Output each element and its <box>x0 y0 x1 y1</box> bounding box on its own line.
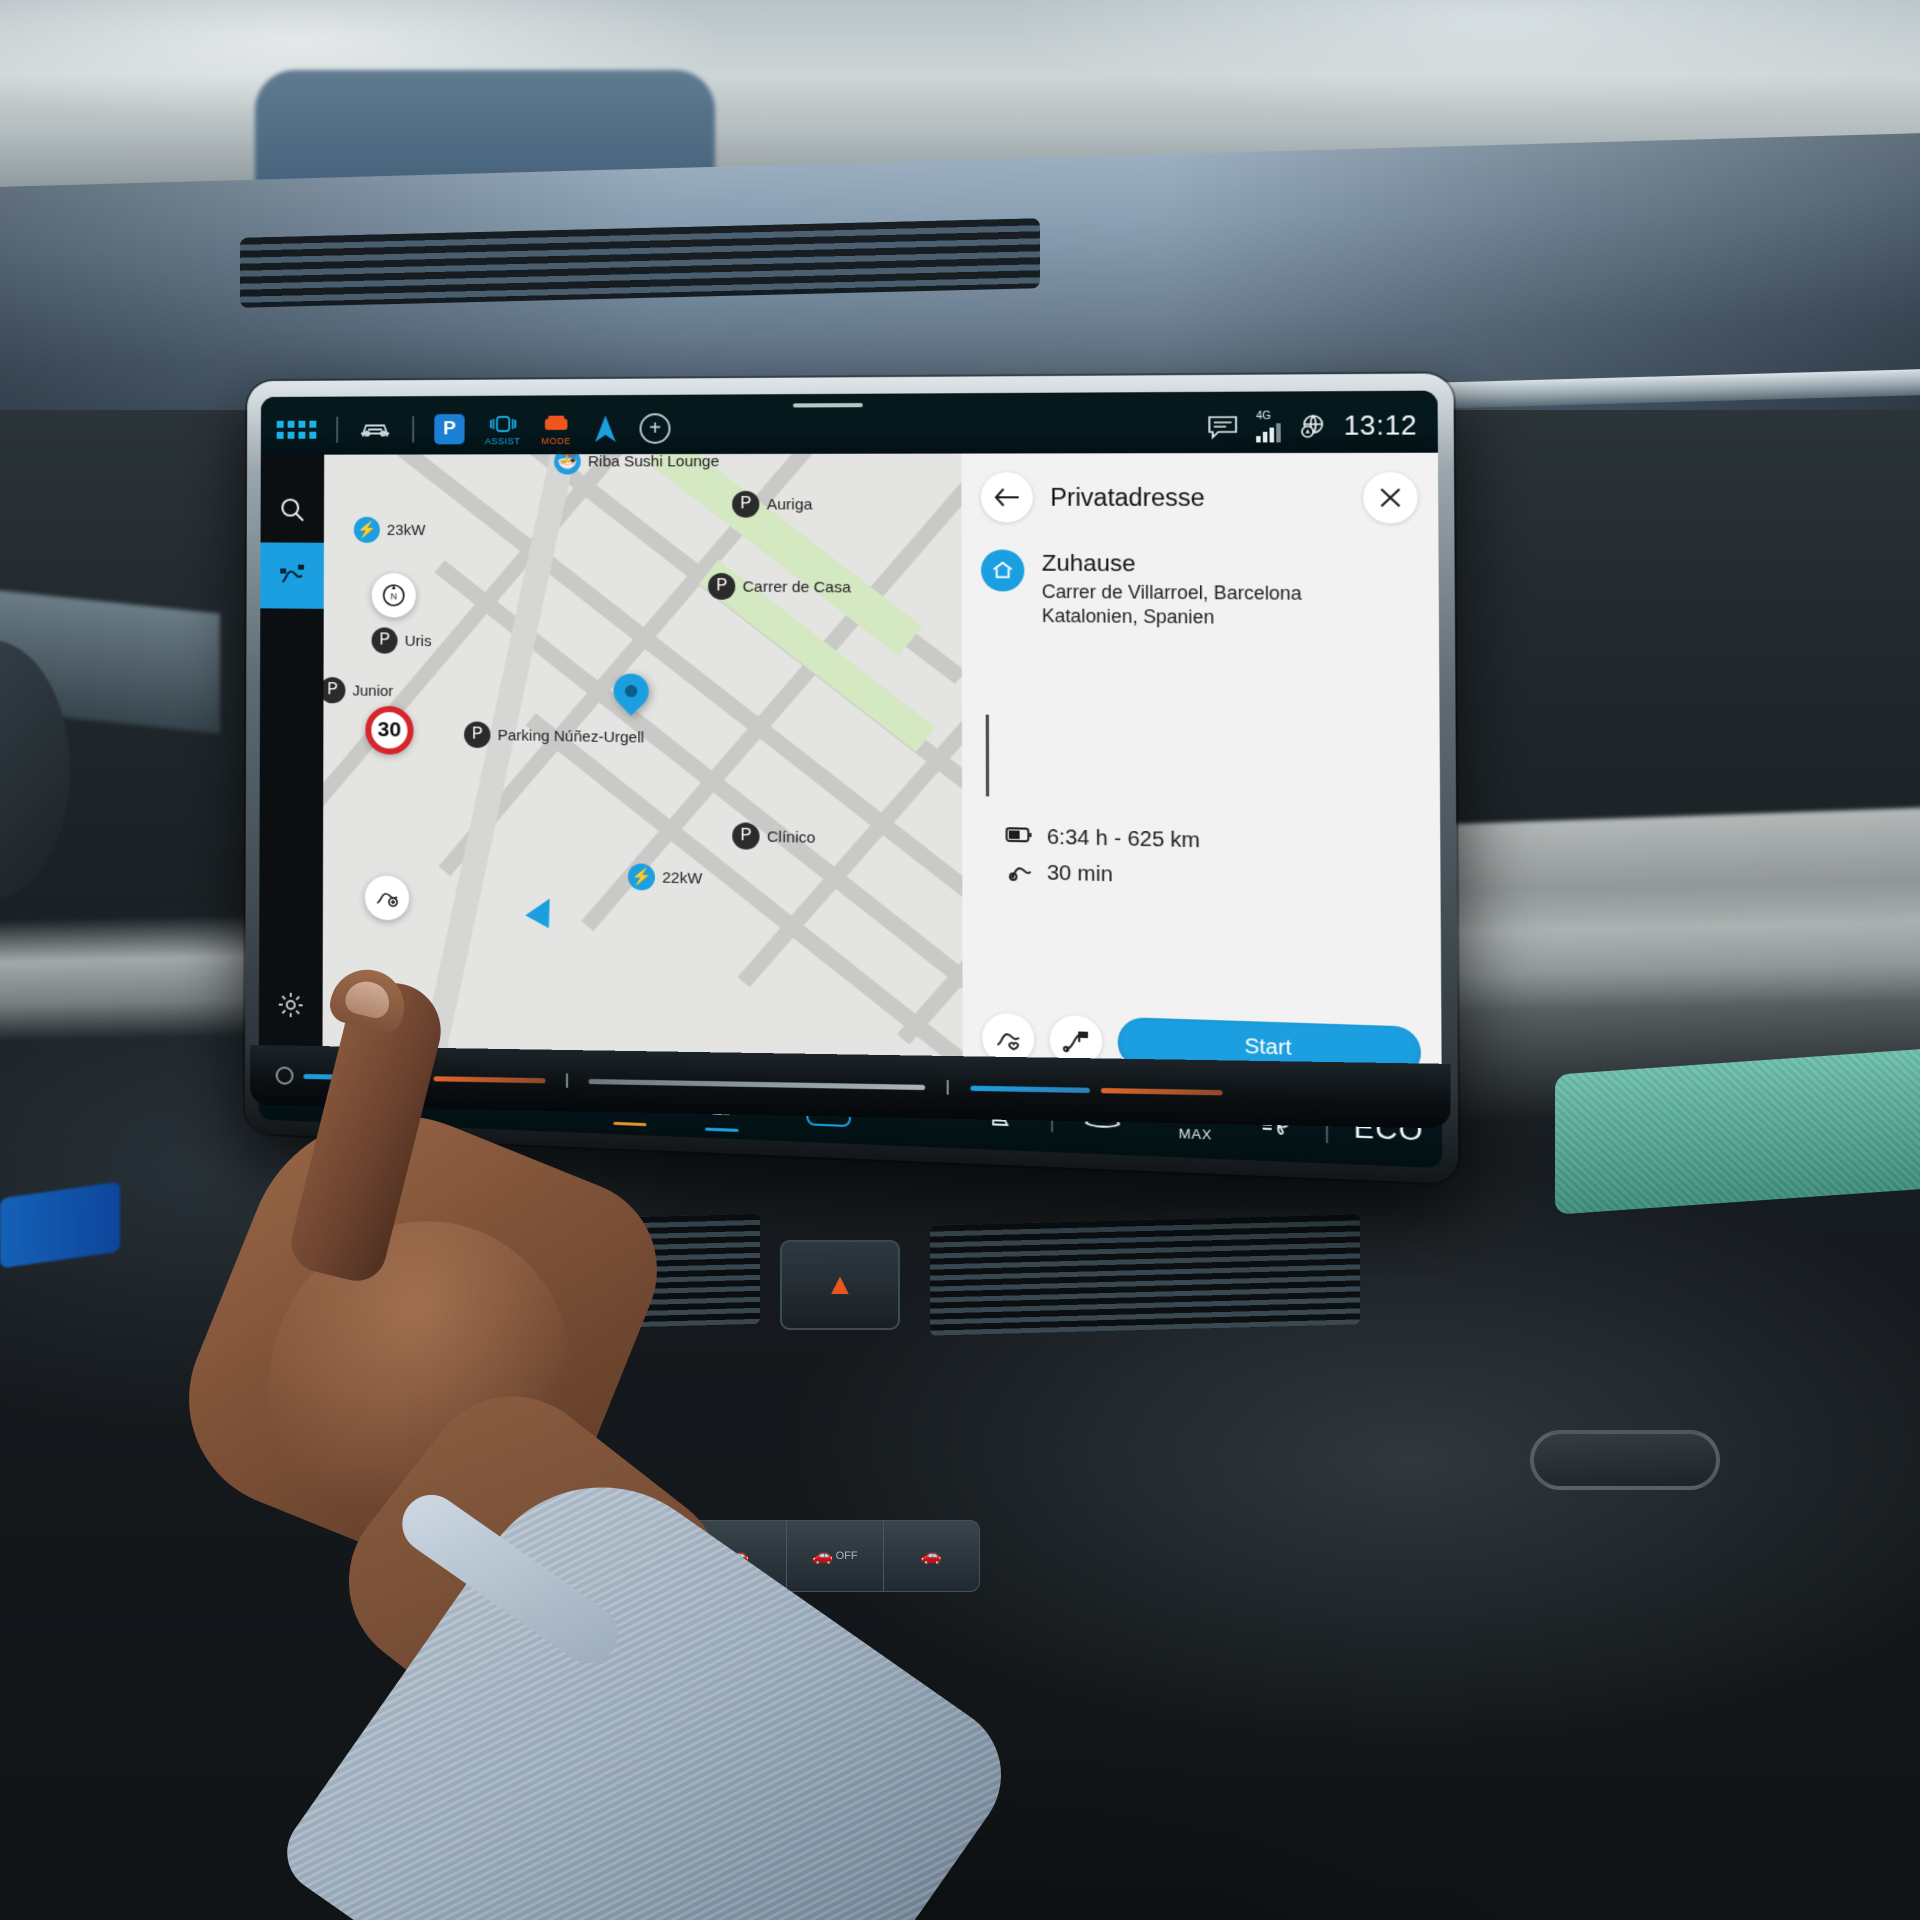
poi-marker: P Auriga <box>732 490 813 518</box>
door-open-right-button[interactable]: 🚗 <box>884 1521 979 1591</box>
parking-pin-icon[interactable]: P <box>464 721 491 749</box>
poi-label: 23kW <box>386 521 426 539</box>
park-button[interactable]: P <box>434 414 465 445</box>
charging-route-icon <box>1006 857 1034 889</box>
assist-button[interactable]: ASSIST <box>484 412 521 446</box>
close-icon[interactable] <box>1363 472 1418 524</box>
screen-notch <box>792 403 863 408</box>
back-arrow-icon[interactable] <box>980 472 1033 523</box>
air-vent-right <box>930 1214 1360 1336</box>
poi-marker: ⚡ 23kW <box>353 516 426 543</box>
eta-charge-label: 30 min <box>1046 861 1113 886</box>
main-content: 🍜 Riba Sushi Lounge ⚡ 23kW P Auriga P Ca… <box>258 452 1442 1097</box>
page-title: Privatadresse <box>1050 483 1205 511</box>
app-grid-icon[interactable] <box>276 420 317 439</box>
speed-limit-sign: 30 <box>365 705 414 755</box>
status-bar: P ASSIST MODE + 4G 13:12 <box>260 390 1438 455</box>
parking-pin-icon[interactable]: P <box>322 676 346 704</box>
charger-pin-icon[interactable]: ⚡ <box>627 863 655 891</box>
search-icon[interactable] <box>261 477 325 543</box>
poi-marker: P Uris <box>371 627 432 654</box>
poi-label: Parking Núñez-Urgell <box>497 726 645 747</box>
poi-marker: P Junior <box>322 676 394 704</box>
poi-label: Uris <box>404 632 432 650</box>
mode-button[interactable]: MODE <box>541 412 572 446</box>
parking-pin-icon[interactable]: P <box>371 627 398 654</box>
battery-icon <box>1005 825 1033 850</box>
slider-tick-2 <box>946 1080 949 1095</box>
home-icon <box>980 549 1025 592</box>
network-type-label: 4G <box>1255 410 1271 422</box>
route-overview-icon[interactable] <box>260 542 324 609</box>
navigation-arrow-icon[interactable] <box>592 413 619 444</box>
eta-drive-row: 6:34 h - 625 km <box>1005 825 1200 854</box>
toolbar-divider-2 <box>412 416 415 443</box>
poi-label: Auriga <box>766 495 813 514</box>
charger-pin-icon[interactable]: ⚡ <box>353 516 380 543</box>
poi-label: Carrer de Casa <box>742 577 851 597</box>
destination-address-line1: Carrer de Villarroel, Barcelona <box>1041 581 1302 605</box>
signal-bars-icon: 4G <box>1255 410 1281 442</box>
panel-scrollbar[interactable] <box>985 714 990 797</box>
parking-pin-icon[interactable]: P <box>732 490 760 518</box>
message-icon[interactable] <box>1207 414 1238 439</box>
map-layers-icon[interactable] <box>364 875 410 921</box>
poi-label: 22kW <box>662 868 703 888</box>
svg-text:N: N <box>390 591 397 601</box>
clock: 13:12 <box>1343 410 1418 441</box>
left-rail <box>258 454 325 1056</box>
poi-label: Clínico <box>766 827 816 847</box>
poi-marker: ⚡ 22kW <box>627 863 703 892</box>
poi-marker: P Parking Núñez-Urgell <box>464 721 644 750</box>
panel-header: Privatadresse <box>980 472 1418 524</box>
passenger-temp-slider[interactable] <box>970 1085 1091 1093</box>
globe-icon <box>1299 414 1326 440</box>
mode-label: MODE <box>541 435 572 446</box>
felt-storage-insert <box>1555 1045 1920 1215</box>
poi-label: Riba Sushi Lounge <box>587 453 720 470</box>
compass-button[interactable]: N <box>371 573 416 618</box>
vehicle-position-marker <box>525 892 562 929</box>
destination-entry[interactable]: Zuhause Carrer de Villarroel, Barcelona … <box>980 549 1418 631</box>
poi-marker: P Clínico <box>732 822 815 851</box>
passenger-temp-slider-warm[interactable] <box>1100 1087 1223 1095</box>
poi-label: Junior <box>352 681 394 700</box>
user-hand <box>155 961 1029 1920</box>
eta-drive-label: 6:34 h - 625 km <box>1046 825 1201 853</box>
poi-marker: P Carrer de Casa <box>708 572 851 601</box>
destination-address-line2: Katalonien, Spanien <box>1041 605 1215 628</box>
parking-pin-icon[interactable]: P <box>732 822 760 850</box>
assist-label: ASSIST <box>484 435 521 446</box>
hazard-triangle-icon: ▲ <box>825 1268 855 1301</box>
add-shortcut-button[interactable]: + <box>639 413 671 444</box>
car-icon[interactable] <box>358 418 392 440</box>
destination-name: Zuhause <box>1041 549 1136 577</box>
toolbar-divider <box>336 416 339 443</box>
eta-summary: 6:34 h - 625 km 30 min <box>1005 825 1200 900</box>
parking-pin-icon[interactable]: P <box>708 572 736 600</box>
destination-panel: Privatadresse Zuhause Carrer de Villarro… <box>961 452 1442 1097</box>
glovebox-handle[interactable] <box>1530 1430 1720 1490</box>
ac-max-line2: MAX <box>1178 1125 1213 1143</box>
poi-marker: 🍜 Riba Sushi Lounge <box>554 453 720 475</box>
restaurant-pin-icon[interactable]: 🍜 <box>554 453 581 475</box>
map-canvas[interactable]: 🍜 Riba Sushi Lounge ⚡ 23kW P Auriga P Ca… <box>322 453 963 1080</box>
eta-charge-row: 30 min <box>1006 857 1201 893</box>
